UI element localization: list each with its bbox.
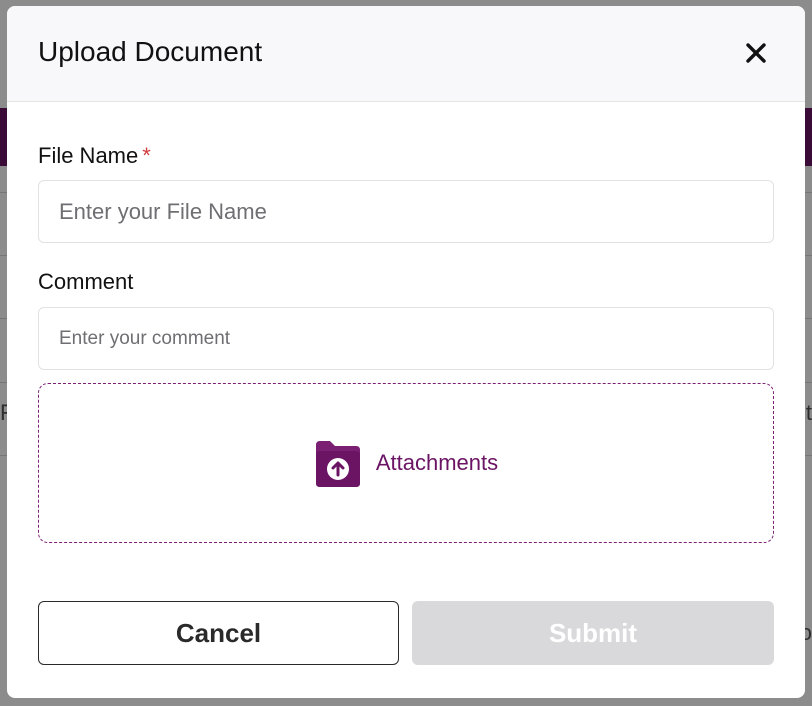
- file-name-input[interactable]: [38, 180, 774, 243]
- close-button[interactable]: [741, 38, 771, 68]
- submit-button[interactable]: Submit: [412, 601, 774, 665]
- comment-input[interactable]: [38, 307, 774, 370]
- attachments-label: Attachments: [375, 450, 499, 475]
- file-name-label-text: File Name: [38, 143, 139, 168]
- folder-upload-icon: [315, 441, 360, 487]
- comment-label: Comment: [38, 269, 134, 294]
- attachments-button[interactable]: Attachments: [314, 439, 498, 487]
- close-icon: [746, 43, 766, 63]
- modal-header: Upload Document: [7, 6, 805, 102]
- cancel-button[interactable]: Cancel: [38, 601, 399, 665]
- required-marker: *: [142, 143, 151, 168]
- attachments-dropzone[interactable]: Attachments: [38, 383, 774, 543]
- file-name-label: File Name *: [38, 143, 151, 169]
- modal-title: Upload Document: [38, 36, 263, 67]
- upload-document-modal: Upload Document File Name* Comment Attac…: [7, 6, 805, 698]
